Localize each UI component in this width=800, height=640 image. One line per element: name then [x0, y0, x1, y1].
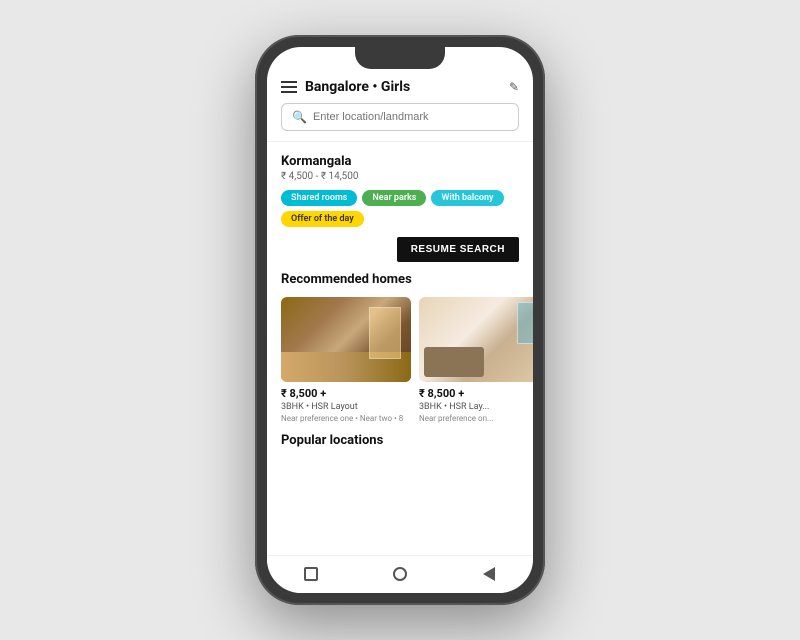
triangle-icon — [483, 567, 495, 581]
home-image-1 — [281, 297, 411, 382]
room-photo-1 — [281, 297, 411, 382]
search-input[interactable] — [313, 111, 508, 123]
search-icon: 🔍 — [292, 110, 307, 124]
home-type-2: 3BHK • HSR Lay... — [419, 402, 533, 412]
home-price-2: ₹ 8,500 + — [419, 387, 533, 400]
tag-shared-rooms[interactable]: Shared rooms — [281, 190, 357, 206]
filter-tags: Shared rooms Near parks With balcony Off… — [281, 190, 519, 227]
home-type-1: 3BHK • HSR Layout — [281, 402, 411, 412]
square-icon — [304, 567, 318, 581]
tag-offer-day[interactable]: Offer of the day — [281, 211, 364, 227]
header-title: Bangalore • Girls — [305, 79, 501, 95]
home-prefs-1: Near preference one • Near two • 8 — [281, 414, 411, 423]
divider — [267, 141, 533, 142]
tag-near-parks[interactable]: Near parks — [362, 190, 426, 206]
circle-icon — [393, 567, 407, 581]
bottom-nav — [267, 555, 533, 593]
resume-search-button[interactable]: RESUME SEARCH — [397, 237, 519, 262]
nav-square-btn[interactable] — [302, 565, 320, 583]
room-photo-2 — [419, 297, 533, 382]
notch — [355, 47, 445, 69]
home-image-2 — [419, 297, 533, 382]
saved-location: Kormangala — [281, 154, 519, 169]
recommended-section-title: Recommended homes — [267, 272, 533, 287]
popular-section-title: Popular locations — [267, 423, 533, 448]
tag-with-balcony[interactable]: With balcony — [431, 190, 503, 206]
gender-filter: • Girls — [369, 79, 410, 95]
city-name: Bangalore — [305, 79, 369, 95]
nav-back-btn[interactable] — [480, 565, 498, 583]
search-bar[interactable]: 🔍 — [281, 103, 519, 131]
home-price-1: ₹ 8,500 + — [281, 387, 411, 400]
nav-home-btn[interactable] — [391, 565, 409, 583]
home-card-2[interactable]: ₹ 8,500 + 3BHK • HSR Lay... Near prefere… — [419, 297, 533, 423]
phone-frame: Bangalore • Girls ✎ 🔍 Kormangala ₹ 4,500… — [255, 35, 545, 605]
menu-icon[interactable] — [281, 81, 297, 93]
saved-search-card: Kormangala ₹ 4,500 - ₹ 14,500 Shared roo… — [267, 154, 533, 262]
screen-content: Bangalore • Girls ✎ 🔍 Kormangala ₹ 4,500… — [267, 47, 533, 593]
saved-price: ₹ 4,500 - ₹ 14,500 — [281, 171, 519, 182]
app-header: Bangalore • Girls ✎ — [267, 69, 533, 103]
home-prefs-2: Near preference on... — [419, 414, 533, 423]
home-card-1[interactable]: ₹ 8,500 + 3BHK • HSR Layout Near prefere… — [281, 297, 411, 423]
phone-screen: Bangalore • Girls ✎ 🔍 Kormangala ₹ 4,500… — [267, 47, 533, 593]
homes-list: ₹ 8,500 + 3BHK • HSR Layout Near prefere… — [267, 297, 533, 423]
edit-icon[interactable]: ✎ — [509, 80, 519, 94]
